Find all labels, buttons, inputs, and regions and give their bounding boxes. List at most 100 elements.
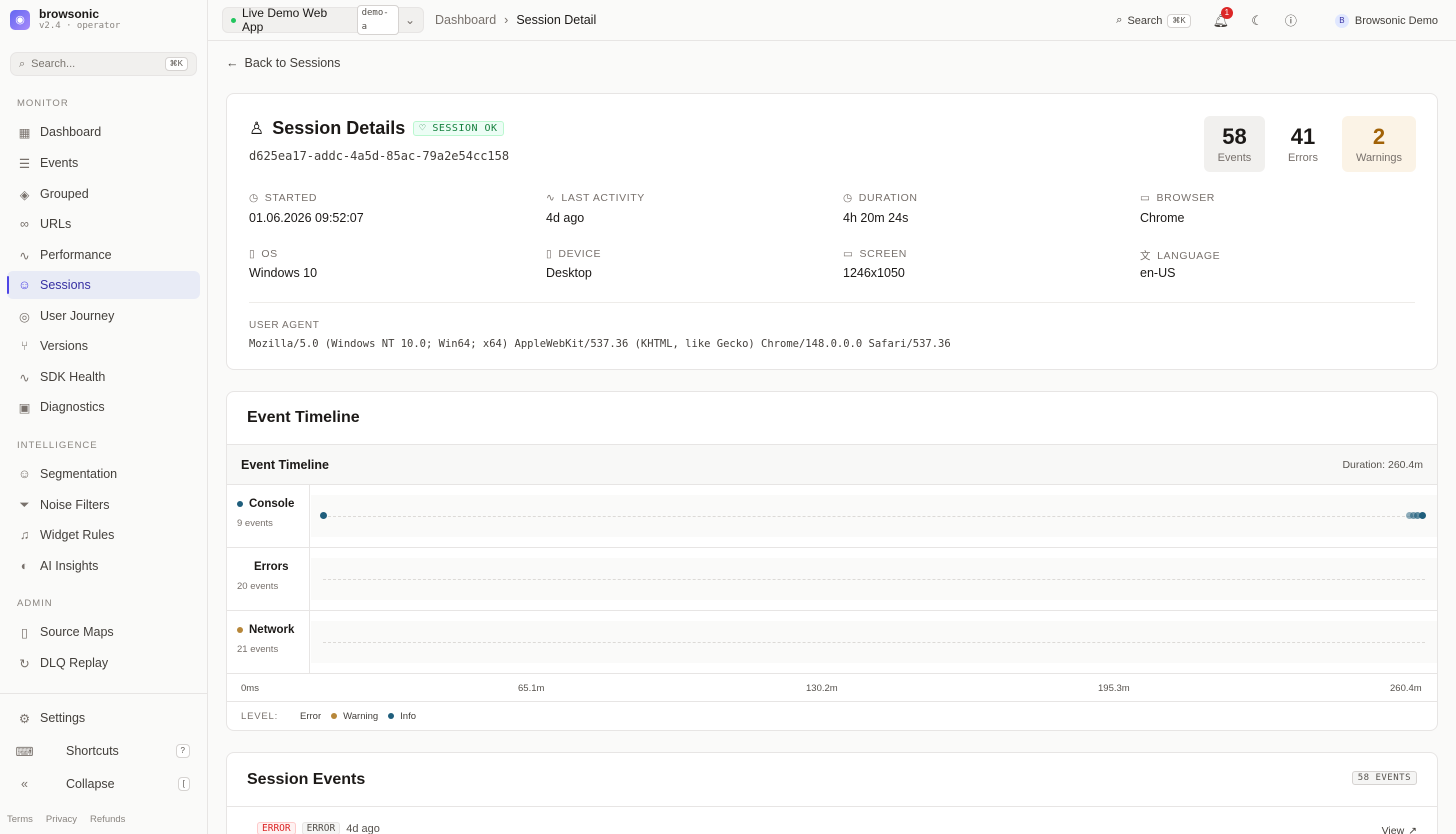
sidebar-item-versions[interactable]: ⑂ Versions [7, 332, 200, 360]
timeline-track[interactable] [311, 558, 1437, 600]
row-count: 20 events [237, 581, 279, 592]
sidebar-item-label: AI Insights [40, 559, 99, 573]
app-tag: demo-a [356, 5, 399, 35]
row-label: Network 21 events [227, 611, 310, 673]
page-title: Session Details [272, 118, 406, 138]
sidebar-item-source-maps[interactable]: ▯ Source Maps [7, 618, 200, 646]
level-legend: LEVEL: Error Warning Info [227, 702, 1437, 730]
brand-version: v2.4 · operator [39, 21, 121, 31]
sidebar-item-segmentation[interactable]: ☺ Segmentation [7, 460, 200, 488]
event-time: 4d ago [346, 822, 380, 834]
sidebar-item-urls[interactable]: ∞ URLs [7, 210, 200, 238]
legend-info: Info [400, 710, 417, 722]
refunds-link[interactable]: Refunds [90, 814, 125, 825]
sidebar-item-grouped[interactable]: ◈ Grouped [7, 180, 200, 208]
stat-errors: 41 Errors [1273, 116, 1333, 172]
sidebar-item-label: User Journey [40, 309, 115, 323]
events-count-badge: 58 EVENTS [1351, 771, 1417, 785]
users-icon: ☺ [18, 467, 31, 481]
sidebar-item-widget-rules[interactable]: ♫ Widget Rules [7, 521, 200, 549]
search-icon: ⌕ [19, 57, 26, 70]
timeline-track[interactable] [311, 495, 1437, 537]
meta-label: DURATION [858, 192, 918, 204]
timeline-track[interactable] [311, 621, 1437, 663]
stat-label: Events [1217, 152, 1252, 164]
meta-last-activity-label: ∿ LAST ACTIVITY [546, 192, 645, 204]
event-timeline-card: Event Timeline Event Timeline Duration: … [226, 391, 1438, 731]
meta-device-label: ▯ DEVICE [546, 248, 601, 260]
meta-screen-label: ▭ SCREEN [843, 248, 907, 260]
sidebar-item-label: DLQ Replay [40, 656, 109, 670]
arrow-left-icon: ← [226, 56, 239, 70]
brand[interactable]: ◉ browsonic v2.4 · operator [10, 8, 120, 31]
sidebar-item-sessions[interactable]: ☺ Sessions [7, 271, 200, 299]
event-marker[interactable] [320, 512, 327, 519]
activity-icon: ∿ [19, 248, 30, 263]
search-placeholder: Search... [31, 58, 76, 70]
sidebar-item-label: Performance [40, 248, 112, 262]
sidebar-item-noise-filters[interactable]: ⏷ Noise Filters [7, 491, 200, 519]
sidebar-item-label: Segmentation [40, 467, 118, 481]
meta-language-value: en-US [1140, 266, 1176, 280]
user-menu[interactable]: B Browsonic Demo [1334, 13, 1438, 28]
view-link[interactable]: View ↗ [1382, 825, 1417, 834]
back-label: Back to Sessions [244, 56, 341, 70]
event-marker[interactable] [1419, 512, 1426, 519]
event-row[interactable]: ERROR ERROR 4d ago [257, 822, 380, 834]
cpu-icon: ▣ [18, 400, 31, 415]
sidebar-item-label: URLs [40, 217, 72, 231]
privacy-link[interactable]: Privacy [46, 814, 77, 825]
session-events-card: Session Events 58 EVENTS ERROR ERROR 4d … [226, 752, 1438, 834]
footer-links: Terms Privacy Refunds [7, 814, 125, 825]
monitor-icon: ▭ [1140, 192, 1151, 204]
terms-link[interactable]: Terms [7, 814, 33, 825]
shortcuts-button[interactable]: ⌨ Shortcuts? [7, 737, 200, 765]
sidebar-item-diagnostics[interactable]: ▣ Diagnostics [7, 393, 200, 421]
logo-icon: ◉ [10, 9, 30, 30]
sidebar-item-events[interactable]: ☰ Events [7, 149, 200, 177]
sidebar-item-dashboard[interactable]: ▦ Dashboard [7, 118, 200, 146]
breadcrumb-dashboard[interactable]: Dashboard [435, 13, 496, 27]
stat-value: 58 [1222, 124, 1247, 149]
list-icon: ☰ [18, 156, 31, 171]
meta-label: LANGUAGE [1157, 249, 1221, 262]
notification-badge: 1 [1220, 6, 1234, 19]
meta-duration-label: ◷ DURATION [843, 192, 918, 204]
sidebar-item-sdk-health[interactable]: ∿ SDK Health [7, 363, 200, 391]
row-name: Network [249, 624, 295, 636]
topbar: Live Demo Web App demo-a ⌄ Dashboard › S… [208, 0, 1456, 41]
settings-label: Settings [40, 711, 86, 725]
type-badge: ERROR [301, 822, 341, 834]
user-agent-value: Mozilla/5.0 (Windows NT 10.0; Win64; x64… [249, 338, 951, 350]
help-icon[interactable]: ⓘ [1285, 12, 1297, 29]
axis-tick: 195.3m [1098, 683, 1130, 694]
search-shortcut: ⌘K [164, 57, 188, 71]
app-selector[interactable]: Live Demo Web App demo-a ⌄ [222, 5, 424, 35]
moon-icon[interactable]: ☾ [1251, 13, 1263, 29]
sidebar-item-label: Source Maps [40, 625, 114, 639]
bell-icon: ♫ [19, 528, 30, 542]
sidebar-item-user-journey[interactable]: ◎ User Journey [7, 302, 200, 330]
meta-browser-label: ▭ BROWSER [1140, 192, 1215, 204]
clock-icon: ◷ [249, 192, 259, 204]
collapse-button[interactable]: « Collapse [ [7, 770, 200, 798]
meta-device-value: Desktop [546, 266, 592, 280]
chevrons-left-icon: « [21, 777, 28, 791]
settings-button[interactable]: ⚙ Settings [7, 704, 200, 732]
search-button[interactable]: ⌕ Search ⌘K [1116, 13, 1191, 28]
sidebar-item-performance[interactable]: ∿ Performance [7, 241, 200, 269]
sidebar-item-label: Grouped [40, 187, 89, 201]
sidebar-item-ai-insights[interactable]: ◐ AI Insights [7, 552, 200, 580]
sidebar-item-dlq-replay[interactable]: ↻ DLQ Replay [7, 649, 200, 677]
stat-events: 58 Events [1204, 116, 1265, 172]
chevron-down-icon: ⌄ [404, 13, 415, 27]
grid-icon: ▦ [18, 125, 31, 140]
notifications-button[interactable]: 🔔︎ 1 [1213, 6, 1234, 29]
timeline-title: Event Timeline [241, 457, 329, 472]
view-label: View [1381, 825, 1405, 834]
search-input[interactable]: ⌕ Search... ⌘K [10, 52, 197, 76]
git-branch-icon: ⑂ [20, 339, 29, 353]
back-link[interactable]: ← Back to Sessions [226, 56, 340, 70]
timeline: Event Timeline Duration: 260.4m Console … [227, 444, 1437, 730]
gear-icon: ⚙ [18, 711, 31, 726]
